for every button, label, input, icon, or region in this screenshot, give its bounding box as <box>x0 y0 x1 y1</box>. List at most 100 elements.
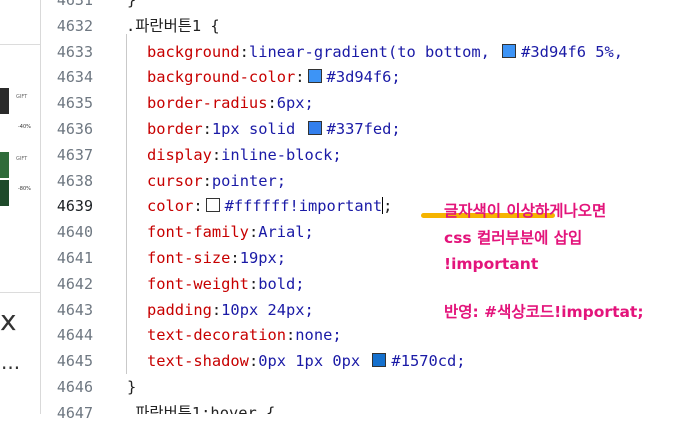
discount-label: -40% <box>18 124 31 130</box>
css-property: font-size <box>147 249 231 267</box>
colon: : <box>248 223 259 242</box>
css-property: color <box>147 197 194 216</box>
line-number: 4644 <box>56 326 93 345</box>
css-value: #337fed; <box>326 120 401 138</box>
code-line[interactable]: } <box>127 0 136 13</box>
line-number: 4639 <box>56 197 93 216</box>
css-value: bold; <box>258 274 305 293</box>
code-line[interactable]: display:inline-block; <box>147 142 342 168</box>
panel-divider <box>0 292 40 293</box>
code-line[interactable]: font-family:Arial; <box>147 219 314 245</box>
code-line[interactable]: background-color: #3d94f6; <box>147 64 401 90</box>
colon: : <box>248 352 259 371</box>
css-property: border-radius <box>147 94 268 113</box>
css-value: 19px; <box>239 249 287 267</box>
colon: : <box>295 68 305 87</box>
css-value: 0px 1px 0px <box>258 352 370 371</box>
css-property: background <box>147 42 240 61</box>
color-swatch-icon <box>502 43 517 58</box>
thumbnail-label: GIFT <box>16 156 28 162</box>
colon: : <box>211 145 222 164</box>
line-number: 4643 <box>56 300 93 319</box>
color-swatch-icon <box>372 353 387 368</box>
colon: : <box>267 94 277 113</box>
css-value: 6px; <box>276 94 314 113</box>
css-value: #ffffff!important <box>224 197 383 216</box>
color-swatch-icon <box>307 121 322 135</box>
css-value: linear-gradient(to bottom, <box>248 42 500 61</box>
css-property: padding <box>147 300 212 319</box>
line-number: 4646 <box>56 378 93 396</box>
css-property: text-decoration <box>147 326 286 345</box>
semicolon: ; <box>383 197 393 216</box>
code-line[interactable]: border:1px solid #337fed; <box>147 116 401 142</box>
line-number: 4641 <box>56 249 93 267</box>
css-value: #3d94f6; <box>326 68 401 87</box>
annotation-line-4: 반영: #색상코드!importat; <box>444 303 644 321</box>
product-thumbnail[interactable] <box>0 152 9 178</box>
css-property: font-family <box>147 223 249 242</box>
code-line[interactable]: font-size:19px; <box>147 245 286 271</box>
annotation-line-3: !important <box>444 255 539 273</box>
css-property: border <box>147 120 203 138</box>
line-number: 4642 <box>56 274 93 293</box>
code-line[interactable]: font-weight:bold; <box>147 271 305 297</box>
indent-guide <box>126 34 127 374</box>
code-line[interactable]: .파란버튼1 { <box>126 13 220 39</box>
code-line[interactable]: background:linear-gradient(to bottom, #3… <box>147 39 623 65</box>
annotation-line-2: css 컬러부분에 삽입 <box>444 229 583 247</box>
panel-divider <box>0 44 40 45</box>
colon: : <box>202 120 212 138</box>
code-line[interactable]: text-shadow:0px 1px 0px #1570cd; <box>147 348 466 374</box>
css-property: cursor <box>147 171 203 190</box>
line-number: 4633 <box>56 42 93 61</box>
css-property: background-color <box>147 68 296 87</box>
colon: : <box>202 171 212 190</box>
code-line[interactable]: border-radius:6px; <box>147 90 314 116</box>
css-property: font-weight <box>147 274 249 293</box>
css-value: 10px 24px; <box>221 300 314 319</box>
css-value: 1px solid <box>211 120 305 138</box>
css-value: #1570cd; <box>391 352 466 371</box>
line-number: 4636 <box>56 120 93 138</box>
line-number: 4634 <box>56 68 93 87</box>
css-value: none; <box>295 326 342 345</box>
line-number: 4632 <box>56 16 93 35</box>
css-selector: .파란버튼1 { <box>126 16 220 35</box>
css-selector: .파란버튼1:hover { <box>126 403 276 414</box>
line-number: 4638 <box>56 171 93 190</box>
line-number: 4640 <box>56 223 93 242</box>
css-value: #3d94f6 5%, <box>521 42 624 61</box>
color-swatch-icon <box>307 69 322 84</box>
color-swatch-icon <box>205 198 220 213</box>
css-value: inline-block; <box>221 145 342 164</box>
closing-brace: } <box>127 0 137 9</box>
code-line[interactable]: text-decoration:none; <box>147 322 342 348</box>
product-thumbnail[interactable] <box>0 88 9 114</box>
code-line[interactable]: padding:10px 24px; <box>147 297 314 323</box>
colon: : <box>239 42 249 61</box>
line-number: 4631 <box>56 0 93 9</box>
css-value: Arial; <box>258 223 314 242</box>
annotation-line-1: 글자색이 이상하게나오면 <box>444 202 607 220</box>
colon: : <box>230 249 240 267</box>
css-value: pointer; <box>211 171 287 190</box>
colon: : <box>248 274 259 293</box>
line-number-gutter: 4631 4632 4633 4634 4635 4636 4637 4638 4639 4640… <box>41 0 121 422</box>
product-thumbnail[interactable] <box>0 180 9 206</box>
colon: : <box>193 197 203 216</box>
code-line[interactable]: color: #ffffff!important; <box>147 193 393 220</box>
left-side-panel: GIFT -40% GIFT -80% x ... <box>0 0 41 414</box>
css-property: display <box>147 145 212 164</box>
panel-text: x <box>0 304 17 337</box>
line-number: 4637 <box>56 145 93 164</box>
colon: : <box>286 326 296 345</box>
code-line[interactable]: .파란버튼1:hover { <box>126 400 275 414</box>
colon: : <box>211 300 222 319</box>
code-line[interactable]: cursor:pointer; <box>147 168 286 194</box>
panel-ellipsis: ... <box>1 350 21 374</box>
closing-brace: } <box>127 378 137 396</box>
discount-label: -80% <box>18 186 31 192</box>
code-line[interactable]: } <box>127 374 136 400</box>
line-number: 4645 <box>56 352 93 371</box>
